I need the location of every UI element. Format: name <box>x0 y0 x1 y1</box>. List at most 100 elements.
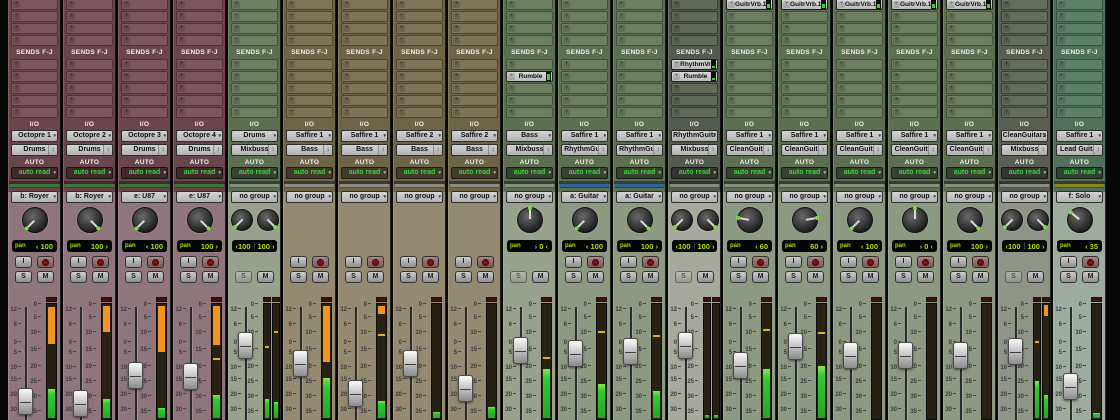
send-slot-empty[interactable]: + <box>561 0 608 10</box>
group-selector[interactable]: no group▾ <box>341 191 388 203</box>
send-slot-empty[interactable]: + <box>341 0 388 10</box>
mute-button[interactable]: M <box>752 271 769 283</box>
input-monitor-button[interactable]: I <box>840 256 857 268</box>
input-monitor-button[interactable]: I <box>290 256 307 268</box>
fader-cap[interactable] <box>953 342 968 369</box>
group-selector[interactable]: no group▾ <box>726 191 773 203</box>
send-slot-empty[interactable]: + <box>891 95 938 106</box>
send-slot-empty[interactable]: + <box>781 71 828 82</box>
input-selector[interactable]: Saffire 1▾ <box>1056 130 1103 142</box>
send-slot-empty[interactable]: + <box>1001 107 1048 118</box>
input-selector[interactable]: Saffire 1▾ <box>946 130 993 142</box>
group-selector[interactable]: no group▾ <box>1001 191 1048 203</box>
pan-display[interactable]: pan‹ 100 <box>122 240 167 252</box>
send-slot-empty[interactable]: + <box>286 11 333 22</box>
send-slot-empty[interactable]: + <box>561 71 608 82</box>
send-slot-empty[interactable]: + <box>396 11 443 22</box>
input-monitor-button[interactable]: I <box>620 256 637 268</box>
send-slot-empty[interactable]: + <box>671 107 718 118</box>
send-slot-empty[interactable]: + <box>616 11 663 22</box>
pan-knob[interactable] <box>572 207 598 233</box>
record-enable-button[interactable] <box>422 256 439 268</box>
pan-display[interactable]: pan100 › <box>177 240 222 252</box>
send-slot-empty[interactable]: + <box>946 11 993 22</box>
input-monitor-button[interactable]: I <box>565 256 582 268</box>
record-enable-button[interactable] <box>202 256 219 268</box>
input-selector[interactable]: Saffire 2▾ <box>451 130 498 142</box>
pan-display[interactable]: pan‹ 100 <box>12 240 57 252</box>
mute-button[interactable]: M <box>972 271 989 283</box>
send-slot-empty[interactable]: + <box>11 71 58 82</box>
output-selector[interactable]: Mixbuss↕ <box>231 144 278 156</box>
output-selector[interactable]: Drums↕ <box>11 144 58 156</box>
send-slot-empty[interactable]: + <box>286 59 333 70</box>
fader-cap[interactable] <box>128 362 143 389</box>
send-slot-assigned[interactable]: +Rumble <box>671 71 718 82</box>
input-selector[interactable]: Saffire 1▾ <box>726 130 773 142</box>
pan-knob[interactable] <box>792 207 818 233</box>
send-slot-empty[interactable]: + <box>231 71 278 82</box>
output-selector[interactable]: Drums↕ <box>121 144 168 156</box>
send-slot-empty[interactable]: + <box>341 23 388 34</box>
send-slot-empty[interactable]: + <box>176 35 223 46</box>
record-enable-button[interactable] <box>37 256 54 268</box>
send-slot-empty[interactable]: + <box>836 83 883 94</box>
send-slot-empty[interactable]: + <box>1056 95 1103 106</box>
solo-button[interactable]: S <box>1005 271 1022 283</box>
fader-cap[interactable] <box>238 332 253 359</box>
send-slot-empty[interactable]: + <box>836 59 883 70</box>
send-slot-empty[interactable]: + <box>66 83 113 94</box>
fader-cap[interactable] <box>1063 373 1078 400</box>
send-slot-empty[interactable]: + <box>1056 0 1103 10</box>
send-slot-empty[interactable]: + <box>561 83 608 94</box>
automation-mode-selector[interactable]: auto read▾ <box>781 167 828 179</box>
send-slot-empty[interactable]: + <box>121 0 168 10</box>
send-slot-empty[interactable]: + <box>176 23 223 34</box>
send-slot-empty[interactable]: + <box>561 35 608 46</box>
send-slot-empty[interactable]: + <box>176 107 223 118</box>
group-selector[interactable]: no group▾ <box>286 191 333 203</box>
automation-mode-selector[interactable]: auto read▾ <box>726 167 773 179</box>
send-slot-assigned[interactable]: +GuitrVrb.1 <box>836 0 883 10</box>
solo-button[interactable]: S <box>1060 271 1077 283</box>
pan-display[interactable]: pan‹ 60 <box>727 240 772 252</box>
send-slot-empty[interactable]: + <box>1001 71 1048 82</box>
send-slot-empty[interactable]: + <box>781 23 828 34</box>
send-slot-empty[interactable]: + <box>891 23 938 34</box>
send-slot-empty[interactable]: + <box>726 23 773 34</box>
mute-button[interactable]: M <box>642 271 659 283</box>
send-slot-empty[interactable]: + <box>121 35 168 46</box>
input-monitor-button[interactable]: I <box>345 256 362 268</box>
send-slot-empty[interactable]: + <box>231 95 278 106</box>
send-slot-empty[interactable]: + <box>286 0 333 10</box>
send-slot-empty[interactable]: + <box>726 107 773 118</box>
output-selector[interactable]: Mixbuss↕ <box>671 144 718 156</box>
automation-mode-selector[interactable]: auto read▾ <box>836 167 883 179</box>
automation-mode-selector[interactable]: auto read▾ <box>396 167 443 179</box>
group-selector[interactable]: no group▾ <box>946 191 993 203</box>
send-slot-empty[interactable]: + <box>451 107 498 118</box>
mute-button[interactable]: M <box>202 271 219 283</box>
record-enable-button[interactable] <box>92 256 109 268</box>
record-enable-button[interactable] <box>477 256 494 268</box>
send-slot-empty[interactable]: + <box>891 35 938 46</box>
send-slot-empty[interactable]: + <box>616 59 663 70</box>
send-slot-empty[interactable]: + <box>891 83 938 94</box>
pan-display[interactable]: pan‹ 35 <box>1057 240 1102 252</box>
send-slot-empty[interactable]: + <box>946 107 993 118</box>
solo-button[interactable]: S <box>345 271 362 283</box>
send-slot-empty[interactable]: + <box>671 95 718 106</box>
solo-button[interactable]: S <box>125 271 142 283</box>
send-slot-empty[interactable]: + <box>946 35 993 46</box>
send-slot-empty[interactable]: + <box>1056 71 1103 82</box>
output-selector[interactable]: Drums↕ <box>176 144 223 156</box>
send-slot-empty[interactable]: + <box>121 95 168 106</box>
input-selector[interactable]: Saffire 2▾ <box>396 130 443 142</box>
pan-knob[interactable] <box>257 209 279 231</box>
automation-mode-selector[interactable]: auto read▾ <box>231 167 278 179</box>
send-slot-empty[interactable]: + <box>671 35 718 46</box>
fader-cap[interactable] <box>843 342 858 369</box>
group-selector[interactable]: no group▾ <box>671 191 718 203</box>
solo-button[interactable]: S <box>15 271 32 283</box>
send-slot-assigned[interactable]: +GuitrVrb.1 <box>781 0 828 10</box>
